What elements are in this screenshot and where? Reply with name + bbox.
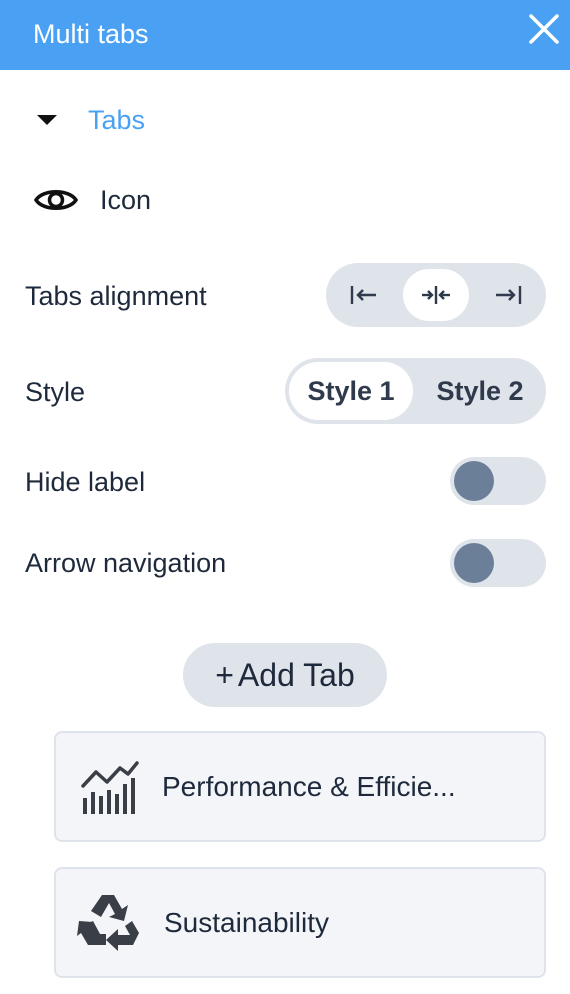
add-tab-label: Add Tab bbox=[237, 656, 355, 693]
chart-bars-icon bbox=[81, 761, 139, 814]
icon-row[interactable]: Icon bbox=[34, 178, 151, 222]
arrow-navigation-toggle[interactable] bbox=[450, 539, 546, 587]
align-right-icon bbox=[496, 286, 522, 304]
tab-item-sustainability[interactable]: Sustainability bbox=[54, 867, 546, 978]
tab-item-label: Sustainability bbox=[164, 907, 329, 938]
panel-header: Multi tabs bbox=[0, 0, 570, 70]
tab-item-label: Performance & Efficie... bbox=[162, 771, 456, 802]
tab-item-performance[interactable]: Performance & Efficie... bbox=[54, 731, 546, 842]
tabs-alignment-control bbox=[326, 263, 546, 327]
align-left-icon bbox=[350, 286, 376, 304]
caret-down-icon bbox=[37, 115, 57, 125]
panel-title: Multi tabs bbox=[33, 19, 149, 49]
hide-label-toggle[interactable] bbox=[450, 457, 546, 505]
toggle-knob bbox=[454, 461, 494, 501]
tabs-section-label: Tabs bbox=[88, 104, 146, 135]
align-center-button[interactable] bbox=[403, 269, 469, 321]
tabs-section-toggle[interactable]: Tabs bbox=[36, 100, 145, 140]
arrow-navigation-label: Arrow navigation bbox=[25, 548, 227, 578]
toggle-knob bbox=[454, 543, 494, 583]
eye-icon bbox=[34, 190, 78, 210]
plus-icon: + bbox=[215, 656, 234, 693]
close-icon[interactable] bbox=[526, 11, 562, 47]
style-segmented-control: Style 1 Style 2 bbox=[285, 358, 546, 424]
align-right-button[interactable] bbox=[475, 269, 541, 321]
align-center-icon bbox=[422, 286, 450, 304]
style-label: Style bbox=[25, 377, 86, 407]
style-1-button[interactable]: Style 1 bbox=[289, 362, 413, 420]
tabs-alignment-label: Tabs alignment bbox=[25, 281, 207, 311]
hide-label-label: Hide label bbox=[25, 467, 146, 497]
recycle-icon bbox=[77, 895, 139, 951]
align-left-button[interactable] bbox=[331, 269, 397, 321]
add-tab-button[interactable]: + Add Tab bbox=[183, 643, 387, 707]
icon-label: Icon bbox=[100, 184, 152, 215]
style-2-button[interactable]: Style 2 bbox=[419, 362, 541, 420]
